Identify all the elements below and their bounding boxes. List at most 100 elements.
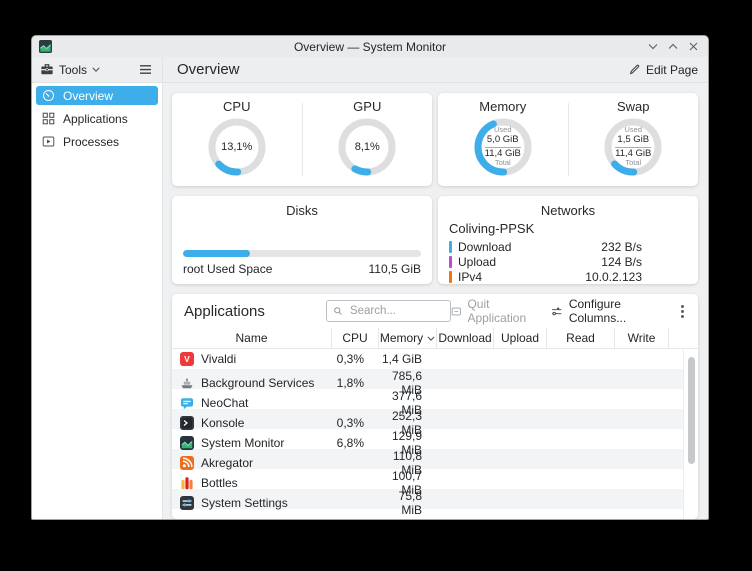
- system-monitor-window: Overview — System Monitor Too: [31, 35, 709, 520]
- table-row[interactable]: Bottles100,7 MiB: [172, 469, 698, 489]
- process-icon: [42, 135, 55, 148]
- column-header-upload[interactable]: Upload: [493, 328, 546, 348]
- cpu-cell: 0,3%: [331, 416, 378, 430]
- column-header-name[interactable]: Name: [172, 328, 331, 348]
- pencil-icon: [628, 63, 641, 76]
- app-name: Bottles: [201, 476, 238, 490]
- column-header-write[interactable]: Write: [614, 328, 668, 348]
- sensor-color-chip: [449, 256, 452, 268]
- system-monitor-icon: [180, 436, 194, 450]
- app-name: Akregator: [201, 456, 253, 470]
- disks-card: Disks root Used Space 110,5 GiB: [172, 196, 432, 284]
- disk-label: root Used Space: [183, 262, 272, 276]
- app-name: Background Services: [201, 376, 314, 390]
- sensor-color-chip: [449, 271, 452, 283]
- memory-total-label: Total: [495, 159, 511, 168]
- configure-columns-button[interactable]: Configure Columns...: [551, 297, 661, 325]
- table-row[interactable]: NeoChat377,6 MiB: [172, 389, 698, 409]
- search-field[interactable]: [326, 300, 451, 322]
- overflow-menu-icon[interactable]: [677, 303, 688, 320]
- akregator-icon: [180, 456, 194, 470]
- gpu-title: GPU: [353, 99, 381, 114]
- sidebar-item-label: Processes: [63, 135, 119, 149]
- table-row[interactable]: Background Services1,8%785,6 MiB: [172, 369, 698, 389]
- network-row-label: Upload: [458, 255, 496, 269]
- network-row-value: 232 B/s: [601, 240, 687, 254]
- memory-cell: 75,8 MiB: [378, 489, 436, 517]
- table-row[interactable]: V Vivaldi 0,3%1,4 GiB: [172, 349, 698, 369]
- table-row[interactable]: Konsole0,3%252,3 MiB: [172, 409, 698, 429]
- scrollbar-track[interactable]: [683, 349, 698, 519]
- sidebar-item-overview[interactable]: Overview: [36, 86, 158, 105]
- table-row[interactable]: Akregator110,8 MiB: [172, 449, 698, 469]
- network-interface-name: Coliving-PPSK: [449, 221, 687, 236]
- network-row-ipv4: IPv4 10.0.2.123: [449, 269, 687, 284]
- page-title: Overview: [177, 61, 240, 78]
- network-row-value: 124 B/s: [601, 255, 687, 269]
- cpu-gpu-card: CPU 13,1% GPU: [172, 93, 432, 186]
- column-header-read[interactable]: Read: [546, 328, 614, 348]
- sliders-icon: [551, 305, 562, 318]
- swap-title: Swap: [617, 99, 650, 114]
- app-name: NeoChat: [201, 396, 248, 410]
- table-header: NameCPUMemoryDownloadUploadReadWrite: [172, 328, 698, 349]
- cpu-cell: 1,8%: [331, 376, 378, 390]
- sidebar-item-label: Applications: [63, 112, 128, 126]
- cpu-cell: 0,3%: [331, 352, 378, 366]
- network-row-label: IPv4: [458, 270, 482, 284]
- swap-gauge: Swap Used 1,5 GiB 11,4 GiB Total: [569, 93, 699, 186]
- networks-title: Networks: [449, 203, 687, 218]
- sidebar-item-label: Overview: [63, 89, 113, 103]
- column-header-download[interactable]: Download: [436, 328, 493, 348]
- edit-page-label: Edit Page: [646, 63, 698, 77]
- column-header-memory[interactable]: Memory: [378, 328, 436, 348]
- cpu-cell: 6,8%: [331, 436, 378, 450]
- sensor-color-chip: [449, 241, 452, 253]
- cpu-value: 13,1%: [221, 141, 252, 154]
- cpu-gauge: CPU 13,1%: [172, 93, 302, 186]
- disk-value: 110,5 GiB: [369, 262, 421, 276]
- swap-used-value: 1,5 GiB: [615, 135, 651, 148]
- configure-columns-label: Configure Columns...: [569, 297, 661, 325]
- toolbar: Tools Overview Edit Page: [32, 57, 708, 83]
- vivaldi-icon: V: [180, 352, 194, 366]
- konsole-icon: [180, 416, 194, 430]
- gauge-icon: [42, 89, 55, 102]
- quit-application-button[interactable]: Quit Application: [451, 297, 536, 325]
- tools-menu-button[interactable]: Tools: [40, 63, 100, 77]
- main-content: CPU 13,1% GPU: [163, 83, 708, 519]
- memory-cell: 1,4 GiB: [378, 352, 436, 366]
- bottles-icon: [180, 476, 194, 490]
- column-header-cpu[interactable]: CPU: [331, 328, 378, 348]
- table-body: VVivaldi0,3%1,4 GiBBackground Services1,…: [172, 349, 698, 519]
- maximize-button[interactable]: [667, 41, 679, 53]
- gpu-gauge: GPU 8,1%: [303, 93, 433, 186]
- search-input[interactable]: [348, 304, 444, 318]
- network-row-label: Download: [458, 240, 511, 254]
- network-row-download: Download 232 B/s: [449, 239, 687, 254]
- memory-gauge: Memory Used 5,0 GiB 11,4 GiB Total: [438, 93, 568, 186]
- app-name: System Settings: [201, 496, 288, 510]
- system-settings-icon: [180, 496, 194, 510]
- chevron-down-icon: [92, 67, 100, 72]
- tools-label: Tools: [59, 63, 87, 77]
- quit-application-label: Quit Application: [467, 297, 535, 325]
- minimize-button[interactable]: [647, 41, 659, 53]
- titlebar: Overview — System Monitor: [32, 36, 708, 57]
- sidebar-item-applications[interactable]: Applications: [36, 109, 158, 128]
- applications-toolbar: Applications Quit Application: [172, 294, 698, 328]
- sidebar: Overview Applications Processes: [32, 83, 163, 519]
- network-row-upload: Upload 124 B/s: [449, 254, 687, 269]
- close-button[interactable]: [687, 41, 699, 53]
- memory-used-value: 5,0 GiB: [485, 135, 521, 148]
- disks-title: Disks: [183, 203, 421, 218]
- table-row[interactable]: System Settings75,8 MiB: [172, 489, 698, 509]
- hamburger-menu-button[interactable]: [139, 64, 152, 75]
- scrollbar-thumb[interactable]: [688, 357, 695, 464]
- app-name: Vivaldi: [201, 352, 236, 366]
- applications-title: Applications: [184, 303, 326, 320]
- table-row[interactable]: System Monitor6,8%129,9 MiB: [172, 429, 698, 449]
- network-row-value: 10.0.2.123: [585, 270, 687, 284]
- edit-page-button[interactable]: Edit Page: [628, 63, 698, 77]
- sidebar-item-processes[interactable]: Processes: [36, 132, 158, 151]
